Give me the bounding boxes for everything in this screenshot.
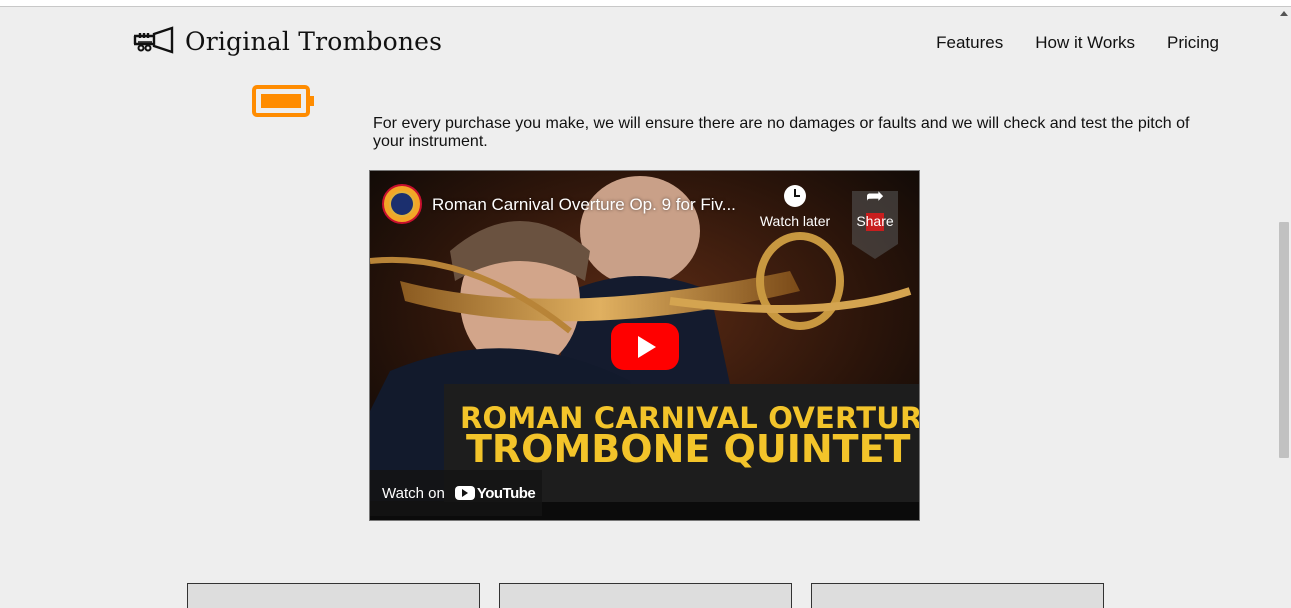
- window-top-border: [0, 0, 1291, 7]
- brand-logo[interactable]: Original Trombones: [132, 26, 442, 56]
- scrollbar-thumb[interactable]: [1279, 222, 1289, 458]
- video-embed[interactable]: Roman Carnival Overture Op. 9 for Fiv...…: [369, 170, 920, 521]
- channel-avatar[interactable]: [382, 184, 422, 224]
- site-header: Original Trombones Features How it Works…: [0, 8, 1277, 72]
- youtube-play-icon: [454, 486, 475, 500]
- brand-name: Original Trombones: [185, 26, 443, 56]
- watch-on-youtube-button[interactable]: Watch on YouTube: [370, 470, 542, 516]
- play-button[interactable]: [611, 323, 679, 370]
- feature-description: For every purchase you make, we will ens…: [373, 115, 1190, 150]
- share-button[interactable]: ➦ Share: [852, 183, 898, 230]
- main-nav: Features How it Works Pricing: [936, 33, 1219, 53]
- watch-later-button[interactable]: Watch later: [758, 185, 832, 229]
- clock-icon: [784, 185, 806, 207]
- share-arrow-icon: ➦: [865, 183, 885, 208]
- battery-full-icon: [252, 85, 316, 124]
- pricing-card: [499, 583, 792, 608]
- video-title[interactable]: Roman Carnival Overture Op. 9 for Fiv...: [432, 195, 736, 215]
- nav-link-how-it-works[interactable]: How it Works: [1035, 33, 1135, 53]
- watch-later-label: Watch later: [759, 213, 831, 229]
- watch-on-label: Watch on: [382, 484, 445, 502]
- nav-link-features[interactable]: Features: [936, 33, 1003, 53]
- banner-subtitle: TROMBONE QUINTET: [466, 427, 911, 471]
- nav-link-pricing[interactable]: Pricing: [1167, 33, 1219, 53]
- trumpet-icon: [133, 26, 174, 54]
- pricing-card: [187, 583, 480, 608]
- share-label: Share: [856, 213, 894, 229]
- youtube-wordmark: YouTube: [476, 484, 536, 502]
- scroll-up-arrow-icon[interactable]: [1280, 11, 1288, 16]
- youtube-logo: YouTube: [454, 484, 536, 502]
- pricing-card: [811, 583, 1104, 608]
